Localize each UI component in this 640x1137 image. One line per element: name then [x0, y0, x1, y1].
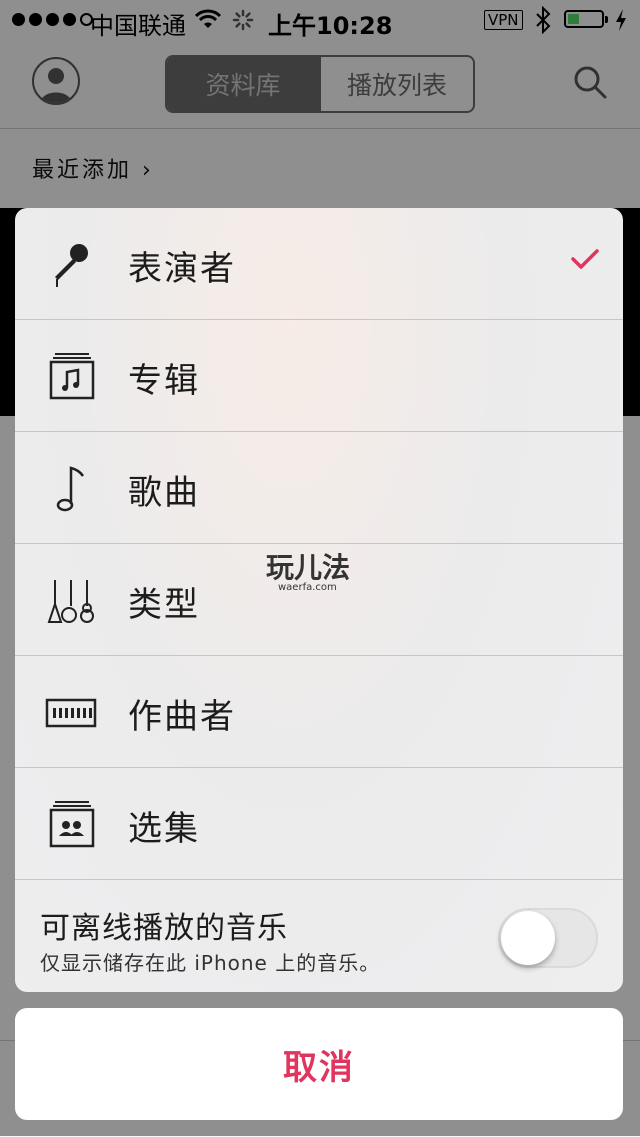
option-albums[interactable]: 专辑	[15, 320, 623, 432]
cancel-button[interactable]: 取消	[15, 1008, 623, 1120]
offline-music-row: 可离线播放的音乐 仅显示储存在此 iPhone 上的音乐。	[15, 880, 623, 992]
microphone-icon	[55, 244, 88, 287]
option-label: 专辑	[128, 361, 200, 401]
checkmark-icon	[571, 249, 599, 269]
option-songs[interactable]: 歌曲	[15, 432, 623, 544]
option-composers[interactable]: 作曲者	[15, 656, 623, 768]
toggle-knob	[501, 911, 555, 965]
compilation-icon	[49, 801, 95, 848]
option-label: 表演者	[128, 249, 236, 289]
album-icon	[49, 353, 95, 400]
piano-icon	[45, 698, 97, 728]
option-label: 类型	[128, 585, 200, 625]
option-compilations[interactable]: 选集	[15, 768, 623, 880]
option-artists[interactable]: 表演者	[15, 208, 623, 320]
guitars-icon	[47, 580, 94, 623]
watermark-text: 玩儿法	[266, 551, 351, 584]
watermark-logo: 玩儿法 waerfa.com	[266, 546, 350, 593]
sort-action-sheet: 表演者 专辑 歌曲 类型 作曲者 选集 可离线播放的音乐 仅显示储存在此 iPh…	[15, 208, 623, 992]
music-note-icon	[56, 466, 85, 512]
option-label: 歌曲	[128, 473, 200, 513]
offline-music-title: 可离线播放的音乐	[40, 911, 288, 946]
option-label: 选集	[128, 809, 200, 849]
offline-music-toggle[interactable]	[498, 908, 598, 968]
offline-music-subtitle: 仅显示储存在此 iPhone 上的音乐。	[40, 951, 381, 975]
option-label: 作曲者	[128, 697, 236, 737]
